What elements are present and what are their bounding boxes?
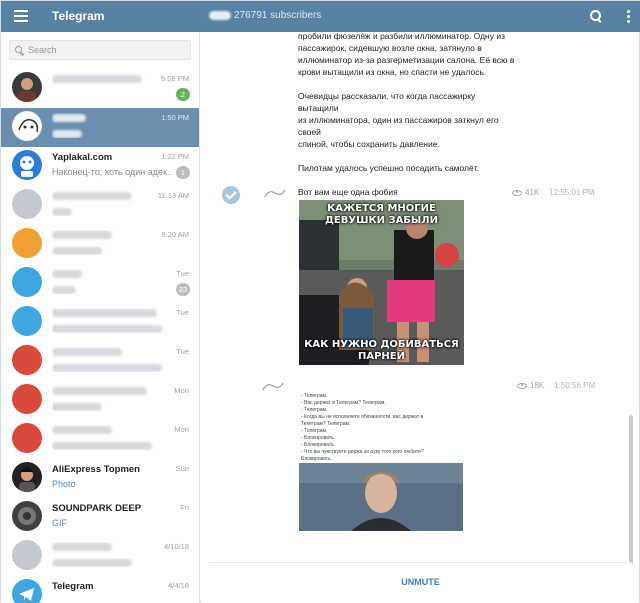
message-line: из иллюминатора, один из пассажиров затк… (298, 115, 499, 137)
message-line: пробили фюзеляж и разбили иллюминатор. О… (298, 32, 506, 41)
avatar (12, 189, 42, 219)
chat-item[interactable]: 9:20 AM (1, 225, 199, 264)
chat-name: SOUNDPARK DEEP (52, 503, 142, 514)
search-icon (15, 46, 22, 53)
eye-icon (512, 189, 522, 196)
unread-badge: 33 (175, 283, 190, 296)
search-icon[interactable] (589, 9, 603, 23)
search-input[interactable]: Search (9, 40, 191, 60)
author-avatar (261, 379, 285, 393)
eye-icon (517, 382, 527, 389)
telegram-window: Telegram 276791 subscribers Search 5:08 … (0, 0, 640, 603)
avatar (12, 228, 42, 258)
search-placeholder: Search (28, 45, 57, 55)
dialog-text: - Телеграм. - Вас держат в Телеграм? Тел… (301, 393, 424, 469)
chat-time: 1:22 PM (161, 152, 189, 161)
chat-time: Tue (176, 308, 189, 317)
view-counter: 41K 12:55:01 PM (512, 188, 595, 197)
message-line: Вот вам еще одна фобия (298, 187, 398, 197)
chat-item[interactable]: SOUNDPARK DEEP GIF Fri (1, 498, 199, 537)
chat-preview: GIF (52, 518, 67, 528)
chat-list: 5:08 PM 2 1:50 PM Yaplakal.com Наконец-т… (1, 69, 199, 603)
avatar (12, 462, 42, 492)
chat-item[interactable]: 11:13 AM (1, 186, 199, 225)
view-count: 18K (530, 381, 545, 390)
chat-item[interactable]: Mon (1, 420, 199, 459)
avatar (12, 306, 42, 336)
chat-time: Mon (174, 386, 189, 395)
chat-time: Tue (176, 269, 189, 278)
avatar (12, 384, 42, 414)
chat-item[interactable]: AliExpress Topmen Photo Sun (1, 459, 199, 498)
chat-item[interactable]: Tue (1, 303, 199, 342)
chat-time: 5:08 PM (161, 74, 189, 83)
message-photo[interactable] (299, 463, 463, 531)
chat-item[interactable]: 5:08 PM 2 (1, 69, 199, 108)
chat-time: Fri (180, 503, 189, 512)
top-bar: Telegram 276791 subscribers (1, 1, 640, 32)
chat-item-active[interactable]: 1:50 PM (1, 108, 199, 147)
message-history: пробили фюзеляж и разбили иллюминатор. О… (201, 32, 639, 603)
unread-badge: 2 (176, 88, 190, 101)
author-avatar (263, 186, 287, 200)
subscriber-count: 276791 subscribers (234, 10, 322, 21)
channel-name-redacted (209, 11, 231, 20)
message-line (298, 174, 518, 186)
message-line: иллюминатор из-за разгерметизации салона… (298, 55, 515, 65)
meme-caption-top: КАЖЕТСЯ МНОГИЕ ДЕВУШКИ ЗАБЫЛИ (325, 203, 438, 226)
view-counter: 18K 1:50:56 PM (517, 381, 595, 390)
avatar (12, 540, 42, 570)
menu-icon[interactable] (14, 10, 28, 22)
chat-name: AliExpress Topmen (52, 464, 140, 475)
app-title: Telegram (52, 9, 105, 23)
chat-item[interactable]: Mon (1, 381, 199, 420)
avatar (12, 267, 42, 297)
chat-time: Tue (176, 347, 189, 356)
select-check-icon[interactable] (222, 186, 240, 204)
scrollbar[interactable] (629, 415, 633, 565)
chat-time: Mon (174, 425, 189, 434)
chat-time: Sun (175, 464, 189, 473)
chat-name: Yaplakal.com (52, 152, 113, 163)
chat-item[interactable]: Tue (1, 342, 199, 381)
message-line (298, 78, 518, 90)
avatar (12, 345, 42, 375)
chat-time: 4/4/18 (168, 581, 189, 590)
message-line: пассажирок, сидевшую возле окна, затянул… (298, 43, 482, 53)
chat-preview: Наконец-то, хоть один адек... (52, 167, 172, 177)
avatar (12, 501, 42, 531)
unread-badge: 1 (176, 166, 190, 179)
message-time: 12:55:01 PM (549, 188, 595, 197)
channel-header[interactable]: 276791 subscribers (209, 10, 321, 21)
message-text: пробили фюзеляж и разбили иллюминатор. О… (298, 32, 518, 198)
chat-item[interactable]: Yaplakal.com Наконец-то, хоть один адек.… (1, 147, 199, 186)
chat-time: 9:20 AM (161, 230, 189, 239)
message-line: крови вытащили из окна, но спасти не уда… (298, 67, 487, 77)
avatar (12, 72, 42, 102)
chat-time: 11:13 AM (157, 191, 189, 200)
avatar (12, 423, 42, 453)
unmute-button[interactable]: UNMUTE (209, 577, 632, 587)
view-count: 41K (525, 188, 540, 197)
chat-time: 1:50 PM (161, 113, 189, 122)
message-time: 1:50:56 PM (554, 381, 596, 390)
meme-caption-bottom: КАК НУЖНО ДОБИВАТЬСЯ ПАРНЕЙ (304, 339, 459, 362)
chat-item[interactable]: 4/10/18 (1, 537, 199, 576)
chat-name: Telegram (52, 581, 94, 592)
composer-footer: UNMUTE (209, 562, 632, 602)
chat-item[interactable]: Telegram 4/4/18 (1, 576, 199, 603)
chat-item[interactable]: Tue 33 (1, 264, 199, 303)
message-line: Очевидцы рассказали, что когда пассажирк… (298, 91, 476, 113)
avatar (12, 579, 42, 603)
meme-photo[interactable]: КАЖЕТСЯ МНОГИЕ ДЕВУШКИ ЗАБЫЛИ КАК НУЖНО … (299, 200, 464, 365)
chat-sidebar: Search 5:08 PM 2 1:50 PM Yaplakal.com На… (1, 32, 200, 603)
chat-time: 4/10/18 (163, 542, 189, 551)
avatar (12, 111, 42, 141)
message-line (298, 150, 518, 162)
more-vertical-icon[interactable] (621, 9, 635, 23)
message-line: спиной, чтобы сохранить давление. (298, 139, 440, 149)
avatar (12, 150, 42, 180)
message-line: Пилотам удалось успешно посадить самолёт… (298, 163, 480, 173)
chat-preview: Photo (52, 479, 76, 489)
